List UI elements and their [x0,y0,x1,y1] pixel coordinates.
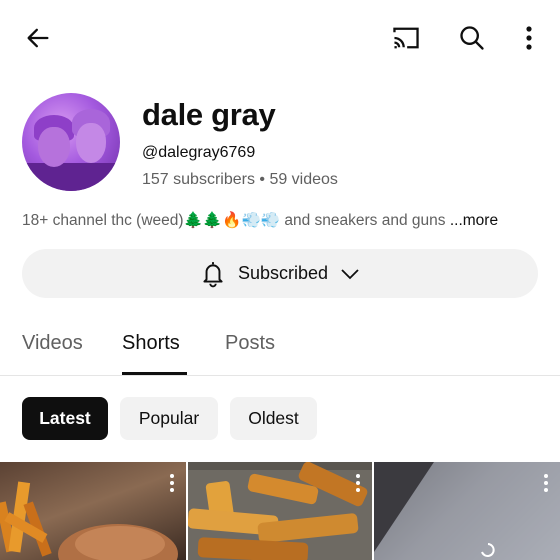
more-options-button[interactable] [507,16,551,60]
more-link[interactable]: ...more [450,212,498,229]
top-app-bar [0,0,560,76]
short-thumbnail[interactable] [374,462,560,560]
channel-name: dale gray [142,97,276,132]
channel-description[interactable]: 18+ channel thc (weed)🌲🌲🔥💨💨 and sneakers… [22,211,552,230]
subscribed-label: Subscribed [237,263,329,283]
channel-tabs: Videos Shorts Posts [0,320,560,376]
search-button[interactable] [450,16,494,60]
active-tab-indicator [122,372,187,375]
bell-icon [203,261,223,287]
chevron-down-icon [341,268,359,279]
description-text: 18+ channel thc (weed)🌲🌲🔥💨💨 and sneakers… [22,212,450,229]
channel-handle: @dalegray6769 [142,144,256,161]
cast-button[interactable] [384,16,428,60]
subscribed-button[interactable]: Subscribed [22,249,538,298]
arrow-left-icon [27,28,49,48]
short-more-icon[interactable] [544,474,548,495]
short-more-icon[interactable] [356,474,360,495]
more-vertical-icon [526,26,532,50]
tab-posts[interactable]: Posts [225,332,275,355]
back-button[interactable] [16,16,60,60]
short-thumbnail[interactable] [0,462,186,560]
fries-image [0,481,178,560]
search-icon [460,26,484,50]
filter-chip-popular[interactable]: Popular [120,397,218,440]
filter-chip-oldest[interactable]: Oldest [230,397,317,440]
cast-icon [393,27,419,49]
tab-videos[interactable]: Videos [22,332,83,355]
channel-stats: 157 subscribers • 59 videos [142,171,338,188]
tab-shorts[interactable]: Shorts [122,332,180,355]
channel-avatar[interactable] [22,93,120,191]
fries-image [188,462,372,560]
short-thumbnail[interactable] [188,462,372,560]
short-more-icon[interactable] [170,474,174,495]
night-sky-image [374,462,560,560]
filter-chip-latest[interactable]: Latest [22,397,108,440]
